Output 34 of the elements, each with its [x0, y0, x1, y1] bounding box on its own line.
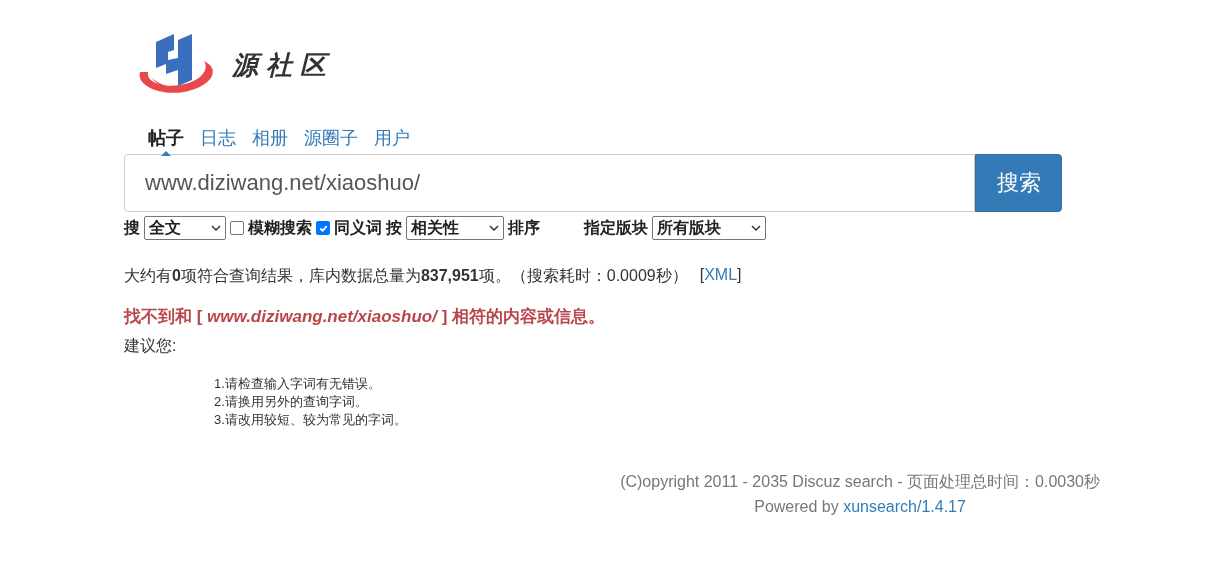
checkbox-label: 同义词	[334, 217, 382, 238]
search-tab[interactable]: 源圈子	[304, 126, 358, 154]
logo-text: 源社区	[232, 48, 334, 82]
option-label: 排序	[508, 217, 540, 238]
search-tab[interactable]: 相册	[252, 126, 288, 154]
copyright-text: (C)opyright 2011 - 2035 Discuz search - 页面处理总时间：0.0030秒	[620, 472, 1100, 492]
result-summary: 大约有0项符合查询结果，库内数据总量为837,951项。（搜索耗时：0.0009秒）	[124, 266, 688, 286]
option-label: 指定版块	[584, 217, 648, 238]
search-tab[interactable]: 帖子	[148, 126, 184, 154]
xunsearch-link[interactable]: xunsearch/1.4.17	[843, 498, 966, 515]
bracket-text: [	[699, 266, 705, 283]
checkbox[interactable]	[230, 221, 244, 235]
option-label: 按	[386, 217, 402, 238]
option-label: 搜	[124, 217, 140, 238]
suggestion-item: 3.请改用较短、较为常见的字词。	[214, 411, 408, 429]
search-field[interactable]: www.diziwang.net/xiaoshuo/	[124, 154, 975, 212]
select-dropdown[interactable]: 所有版块	[652, 216, 766, 240]
caret-icon	[489, 225, 499, 231]
xml-link[interactable]: XML	[704, 266, 738, 283]
checkbox-label: 模糊搜索	[248, 217, 312, 238]
not-found-message: 找不到和 [ www.diziwang.net/xiaoshuo/ ] 相符的内容或信息。	[124, 306, 607, 328]
bracket-text: ]	[737, 266, 742, 283]
caret-icon	[751, 225, 761, 231]
caret-icon	[211, 225, 221, 231]
suggestion-item: 2.请换用另外的查询字词。	[214, 393, 369, 411]
suggestion-item: 1.请检查输入字词有无错误。	[214, 375, 382, 393]
search-tab[interactable]: 日志	[200, 126, 236, 154]
powered-by-text: Powered by	[754, 498, 839, 515]
search-button[interactable]: 搜索	[975, 154, 1062, 212]
search-tab[interactable]: 用户	[374, 126, 410, 154]
select-dropdown[interactable]: 全文	[144, 216, 226, 240]
suggestion-title: 建议您:	[124, 336, 178, 356]
checkbox[interactable]	[316, 221, 330, 235]
select-dropdown[interactable]: 相关性	[406, 216, 504, 240]
